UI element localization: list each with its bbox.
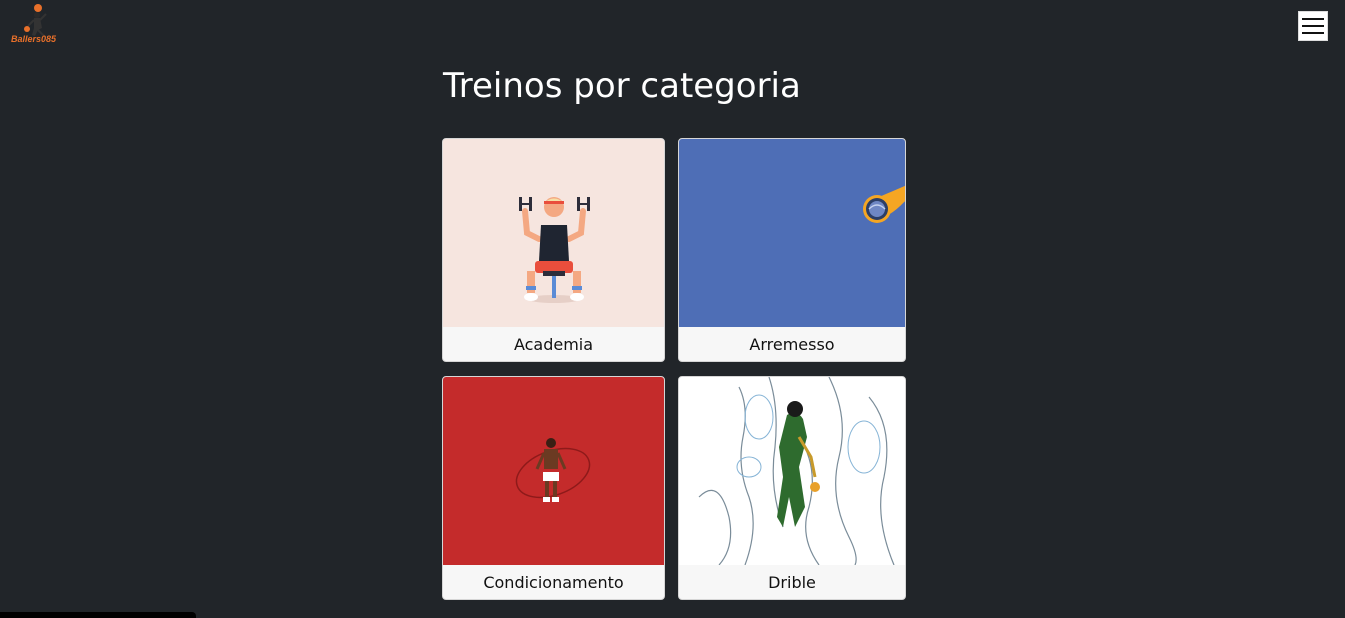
arremesso-illustration [679, 139, 905, 327]
category-card-drible[interactable]: Drible [678, 376, 906, 600]
category-label: Drible [768, 572, 816, 592]
category-card-arremesso[interactable]: Arremesso [678, 138, 906, 362]
category-label: Academia [513, 334, 594, 354]
category-label: Arremesso [749, 334, 835, 354]
menu-button[interactable] [1298, 11, 1328, 41]
condicionamento-illustration [443, 377, 664, 565]
category-card-academia[interactable]: Academia [442, 138, 665, 362]
page-title: Treinos por categoria [443, 66, 801, 106]
category-label: Condicionamento [483, 572, 624, 592]
drible-illustration [679, 377, 905, 565]
academia-illustration [443, 139, 664, 327]
hamburger-icon [1302, 18, 1324, 20]
category-card-condicionamento[interactable]: Condicionamento [442, 376, 665, 600]
bottom-scroll-indicator [0, 612, 196, 618]
logo-text: Ballers085 [11, 34, 57, 44]
logo[interactable]: Ballers085 [8, 2, 66, 48]
